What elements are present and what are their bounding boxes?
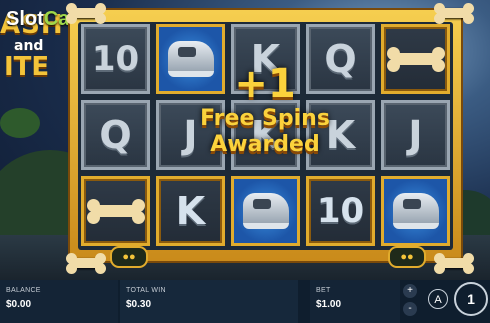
bone-icon <box>386 47 445 65</box>
frame-bone-ornament-top-left <box>66 3 106 18</box>
free-spins-award-banner: +1 Free Spins Awarded <box>150 62 380 158</box>
logo-line-3: ITE <box>4 52 50 82</box>
reel-symbol-label: Q <box>99 113 132 157</box>
reel-symbol-10: 10 <box>306 176 375 246</box>
award-line-2: Awarded <box>210 132 320 157</box>
balance-label: BALANCE <box>6 287 41 294</box>
total-win-display: TOTAL WIN $0.30 <box>120 280 298 323</box>
reel-symbol-j: J <box>381 100 450 170</box>
reel-symbol-q: Q <box>81 100 150 170</box>
paw-icon: ●● <box>110 246 148 268</box>
reel-symbol-shoe <box>231 176 300 246</box>
reel-symbol-label: K <box>175 189 206 233</box>
bet-display: BET $1.00 <box>310 280 400 323</box>
frame-bone-ornament-bottom-left <box>66 253 106 268</box>
bone-icon <box>86 199 145 217</box>
watermark-part-1: Slot <box>6 8 44 30</box>
reel-symbol-bone <box>81 176 150 246</box>
award-line-1: Free Spins <box>200 106 330 131</box>
frame-bone-ornament-top-right <box>434 3 474 18</box>
bet-increase-button[interactable]: + <box>403 284 417 298</box>
bet-decrease-button[interactable]: - <box>403 302 417 316</box>
reel-symbol-shoe <box>381 176 450 246</box>
total-win-value: $0.30 <box>126 299 152 310</box>
reel-symbol-label: 10 <box>91 39 140 79</box>
balance-value: $0.00 <box>6 299 32 310</box>
bet-value: $1.00 <box>316 299 342 310</box>
reel-symbol-10: 10 <box>81 24 150 94</box>
autoplay-button[interactable]: A <box>428 289 448 309</box>
shoe-icon <box>392 193 439 229</box>
spin-button[interactable]: 1 <box>454 282 488 316</box>
reel-symbol-label: J <box>408 113 423 157</box>
shoe-icon <box>242 193 289 229</box>
reel-symbol-bone <box>381 24 450 94</box>
frame-bone-ornament-bottom-right <box>434 253 474 268</box>
background-bush <box>0 108 40 138</box>
reel-symbol-label: 10 <box>316 191 365 231</box>
paw-icon: ●● <box>388 246 426 268</box>
reel-symbol-k: K <box>156 176 225 246</box>
balance-display: BALANCE $0.00 <box>0 280 118 323</box>
total-win-label: TOTAL WIN <box>126 287 166 294</box>
bet-label: BET <box>316 287 331 294</box>
award-count: +1 <box>234 61 296 107</box>
